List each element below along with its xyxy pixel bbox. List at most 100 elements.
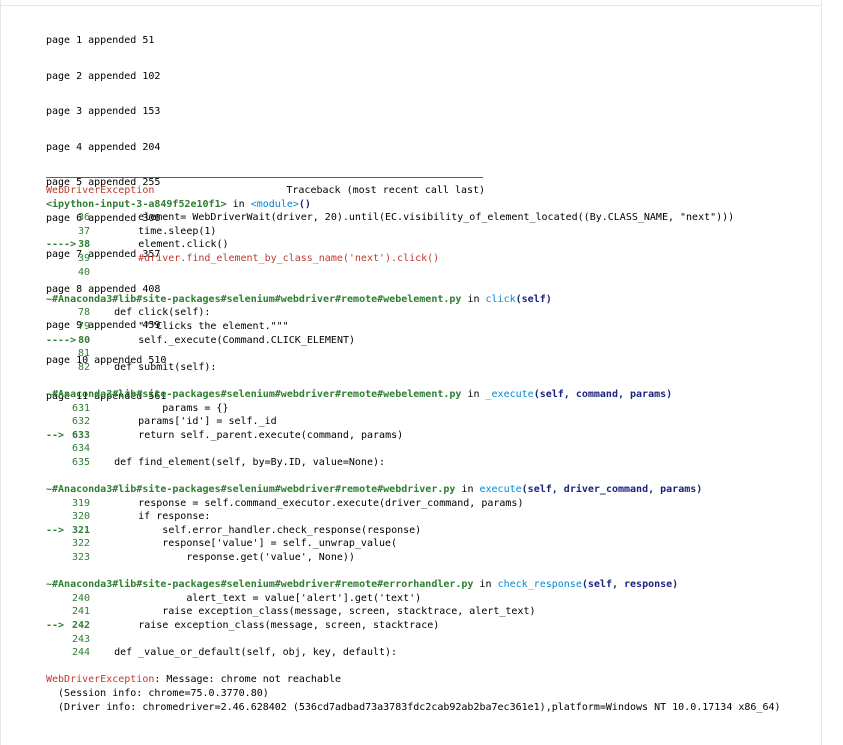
code-text: def _value_or_default(self, obj, key, de… xyxy=(90,647,398,659)
final-error-line: WebDriverException: Message: chrome not … xyxy=(46,673,781,687)
code-line: 36 element= WebDriverWait(driver, 20).un… xyxy=(46,211,781,225)
current-line-arrow: --> xyxy=(46,429,65,441)
line-number: 634 xyxy=(71,443,90,455)
line-number: 36 xyxy=(77,212,90,224)
line-number: 243 xyxy=(71,633,90,645)
current-line-arrow: --> xyxy=(46,524,65,536)
current-line-arrow: --> xyxy=(46,620,65,631)
frame-header: ~#Anaconda3#lib#site-packages#selenium#w… xyxy=(46,483,781,497)
frame-func: click xyxy=(485,293,516,305)
line-number: 78 xyxy=(77,307,90,319)
frame-file: ~#Anaconda3#lib#site-packages#selenium#w… xyxy=(46,388,462,400)
frame-file: ~#Anaconda3#lib#site-packages#selenium#w… xyxy=(46,293,462,305)
frame-header: ~#Anaconda3#lib#site-packages#selenium#w… xyxy=(46,293,781,307)
frame-in: in xyxy=(455,484,480,496)
frame-args: (self, driver_command, params) xyxy=(521,484,703,496)
frame-args: (self) xyxy=(515,293,552,305)
frame-code-block: 319 response = self.command_executor.exe… xyxy=(46,497,781,565)
code-line: 320 if response: xyxy=(46,510,781,524)
line-number: 323 xyxy=(71,552,90,564)
current-line-arrow: ----> xyxy=(46,334,77,346)
traceback: WebDriverException Traceback (most recent… xyxy=(46,184,781,714)
line-number: 79 xyxy=(77,320,90,332)
traceback-separator xyxy=(46,177,483,178)
traceback-header: WebDriverException Traceback (most recent… xyxy=(46,184,781,198)
code-text: time.sleep(1) xyxy=(90,225,217,237)
code-line: 322 response['value'] = self._unwrap_val… xyxy=(46,537,781,551)
code-line: ----> 80 self._execute(Command.CLICK_ELEM… xyxy=(46,334,781,348)
line-number: 635 xyxy=(71,456,90,468)
frame-header: ~#Anaconda3#lib#site-packages#selenium#w… xyxy=(46,578,781,592)
frame-args: (self, command, params) xyxy=(533,388,673,400)
code-text: if response: xyxy=(90,511,211,523)
code-line: --> 633 return self._parent.execute(comma… xyxy=(46,429,781,443)
frame-code-block: 36 element= WebDriverWait(driver, 20).un… xyxy=(46,211,781,279)
line-number: 632 xyxy=(71,416,90,428)
output-cell-top-border xyxy=(0,0,822,6)
code-text: self._execute(Command.CLICK_ELEMENT) xyxy=(90,334,356,346)
line-number: 322 xyxy=(71,538,90,550)
code-line: 40 xyxy=(46,266,781,280)
code-text: def submit(self): xyxy=(90,361,217,373)
code-text: response = self.command_executor.execute… xyxy=(90,497,524,509)
code-text: element.click() xyxy=(90,239,229,251)
line-number: 633 xyxy=(72,429,91,441)
code-line: 78 def click(self): xyxy=(46,306,781,320)
code-text: """Clicks the element.""" xyxy=(90,320,289,332)
code-text: element= WebDriverWait(driver, 20).until… xyxy=(90,212,735,224)
code-text: params = {} xyxy=(90,402,229,414)
code-line: 241 raise exception_class(message, scree… xyxy=(46,605,781,619)
traceback-header-right: Traceback (most recent call last) xyxy=(286,185,486,196)
frame-func: check_response xyxy=(497,579,582,591)
stdout-line: page 1 appended 51 xyxy=(46,35,155,46)
frame-in: in xyxy=(461,293,486,305)
code-line: 635 def find_element(self, by=By.ID, val… xyxy=(46,456,781,470)
driver-info: (Driver info: chromedriver=2.46.628402 (… xyxy=(46,701,781,713)
frame-func: execute xyxy=(479,484,522,496)
code-line: 244 def _value_or_default(self, obj, key… xyxy=(46,646,781,660)
code-text: def click(self): xyxy=(90,307,211,319)
stdout-line: page 2 appended 102 xyxy=(46,70,161,82)
frame-in: in xyxy=(461,388,486,400)
frame-in: in xyxy=(226,198,251,210)
code-line: 634 xyxy=(46,442,781,456)
code-line: 240 alert_text = value['alert'].get('tex… xyxy=(46,592,781,606)
code-text: raise exception_class(message, screen, s… xyxy=(90,606,536,618)
frame-args: () xyxy=(298,198,311,210)
code-text: #driver.find_element_by_class_name('next… xyxy=(90,252,440,264)
code-text: response.get('value', None)) xyxy=(90,552,355,564)
exception-name: WebDriverException xyxy=(46,185,155,196)
code-line: ----> 38 element.click() xyxy=(46,238,781,252)
current-line-arrow: ----> xyxy=(46,239,77,251)
code-text: params['id'] = self._id xyxy=(90,416,277,428)
code-text: alert_text = value['alert'].get('text') xyxy=(90,592,422,604)
line-number: 240 xyxy=(71,592,90,604)
frame-file: ~#Anaconda3#lib#site-packages#selenium#w… xyxy=(46,484,456,496)
code-line: 631 params = {} xyxy=(46,402,781,416)
line-number: 40 xyxy=(77,266,90,278)
code-text: return self._parent.execute(command, par… xyxy=(90,429,404,441)
final-exception-name: WebDriverException xyxy=(46,674,155,686)
frame-header: <ipython-input-3-a849f52e10f1> in <modul… xyxy=(46,198,781,212)
frame-header: ~#Anaconda3#lib#site-packages#selenium#w… xyxy=(46,388,781,402)
line-number: 319 xyxy=(71,497,90,509)
frame-func: _execute xyxy=(485,388,534,400)
frame-file: ~#Anaconda3#lib#site-packages#selenium#w… xyxy=(46,579,474,591)
line-number: 242 xyxy=(72,620,91,631)
line-number: 244 xyxy=(71,647,90,659)
line-number: 39 xyxy=(77,252,90,264)
frame-file: <ipython-input-3-a849f52e10f1> xyxy=(46,198,227,210)
final-error-message: : Message: chrome not reachable xyxy=(154,674,342,686)
code-line: 243 xyxy=(46,633,781,647)
code-line: 81 xyxy=(46,347,781,361)
code-line: 323 response.get('value', None)) xyxy=(46,551,781,565)
line-number: 321 xyxy=(72,524,91,536)
code-text: def find_element(self, by=By.ID, value=N… xyxy=(90,456,386,468)
code-line: --> 242 raise exception_class(message, sc… xyxy=(46,619,781,633)
code-line: 632 params['id'] = self._id xyxy=(46,415,781,429)
code-line: 319 response = self.command_executor.exe… xyxy=(46,497,781,511)
